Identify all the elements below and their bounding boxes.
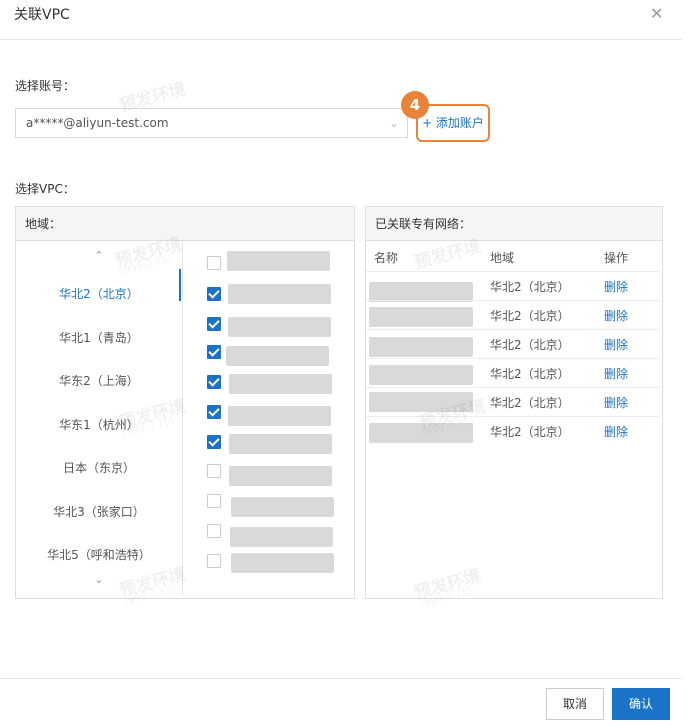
vpc-name-redacted <box>230 527 333 547</box>
row-divider <box>366 271 660 272</box>
chevron-down-icon: ⌄ <box>388 116 399 130</box>
table-cell-region: 华北2（北京） <box>490 309 570 323</box>
cancel-button[interactable]: 取消 <box>546 688 604 720</box>
vpc-checkbox[interactable] <box>207 345 221 359</box>
vpc-name-redacted <box>228 317 331 337</box>
region-item[interactable]: 华东2（上海） <box>16 372 182 389</box>
row-divider <box>366 329 660 330</box>
account-select[interactable]: a*****@aliyun-test.com ⌄ <box>15 108 408 138</box>
delete-link[interactable]: 删除 <box>604 307 628 324</box>
associated-panel-title: 已关联专有网络： <box>366 207 662 241</box>
row-divider <box>366 387 660 388</box>
delete-link[interactable]: 删除 <box>604 278 628 295</box>
row-divider <box>366 300 660 301</box>
associated-vpc-panel: 已关联专有网络： 名称 地域 操作 华北2（北京） 删除 华北2（北京） 删除 … <box>365 206 663 599</box>
region-panel-title: 地域： <box>16 207 354 241</box>
associated-vpc-name-redacted <box>369 282 473 302</box>
column-header-action: 操作 <box>604 251 629 265</box>
vpc-name-redacted <box>229 466 332 486</box>
panel-divider <box>182 241 183 596</box>
region-item[interactable]: 华北1（青岛） <box>16 329 182 346</box>
vpc-name-redacted <box>231 553 334 573</box>
vpc-name-redacted <box>231 497 334 517</box>
active-region-indicator <box>179 269 181 301</box>
step-badge: 4 <box>401 91 429 119</box>
vpc-checkbox[interactable] <box>207 317 221 331</box>
row-divider <box>366 416 660 417</box>
region-item[interactable]: 华北5（呼和浩特） <box>16 546 182 563</box>
region-item[interactable]: 日本（东京） <box>16 459 182 476</box>
column-header-region: 地域 <box>490 251 515 265</box>
vpc-checkbox[interactable] <box>207 524 221 538</box>
vpc-name-redacted <box>229 434 332 454</box>
vpc-checkbox[interactable] <box>207 256 221 270</box>
vpc-label: 选择VPC： <box>15 182 75 196</box>
associated-vpc-name-redacted <box>369 365 473 385</box>
table-cell-region: 华北2（北京） <box>490 367 570 381</box>
region-vpc-panel: 地域： ⌃ 华北2（北京） 华北1（青岛） 华东2（上海） 华东1（杭州） 日本… <box>15 206 355 599</box>
close-icon[interactable]: ✕ <box>650 4 663 23</box>
vpc-name-redacted <box>227 251 330 271</box>
associated-vpc-name-redacted <box>369 307 473 327</box>
vpc-checkbox[interactable] <box>207 375 221 389</box>
header-divider <box>0 39 682 40</box>
vpc-checkbox[interactable] <box>207 554 221 568</box>
delete-link[interactable]: 删除 <box>604 423 628 440</box>
vpc-checkbox[interactable] <box>207 494 221 508</box>
associated-vpc-name-redacted <box>369 337 473 357</box>
table-cell-region: 华北2（北京） <box>490 396 570 410</box>
vpc-checkbox[interactable] <box>207 435 221 449</box>
delete-link[interactable]: 删除 <box>604 394 628 411</box>
dialog-title: 关联VPC <box>14 7 70 23</box>
region-item[interactable]: 华北3（张家口） <box>16 503 182 520</box>
delete-link[interactable]: 删除 <box>604 365 628 382</box>
vpc-name-redacted <box>226 346 329 366</box>
table-cell-region: 华北2（北京） <box>490 280 570 294</box>
account-label: 选择账号： <box>15 79 76 93</box>
confirm-button[interactable]: 确认 <box>612 688 670 720</box>
region-item[interactable]: 华北2（北京） <box>16 285 182 302</box>
delete-link[interactable]: 删除 <box>604 336 628 353</box>
vpc-checkbox[interactable] <box>207 287 221 301</box>
table-cell-region: 华北2（北京） <box>490 338 570 352</box>
vpc-name-redacted <box>228 406 331 426</box>
table-cell-region: 华北2（北京） <box>490 425 570 439</box>
vpc-name-redacted <box>228 284 331 304</box>
vpc-checkbox[interactable] <box>207 405 221 419</box>
vpc-checkbox[interactable] <box>207 464 221 478</box>
vpc-name-redacted <box>229 374 332 394</box>
row-divider <box>366 358 660 359</box>
footer-divider <box>0 678 682 679</box>
column-header-name: 名称 <box>374 251 399 265</box>
account-select-value: a*****@aliyun-test.com <box>26 116 169 130</box>
